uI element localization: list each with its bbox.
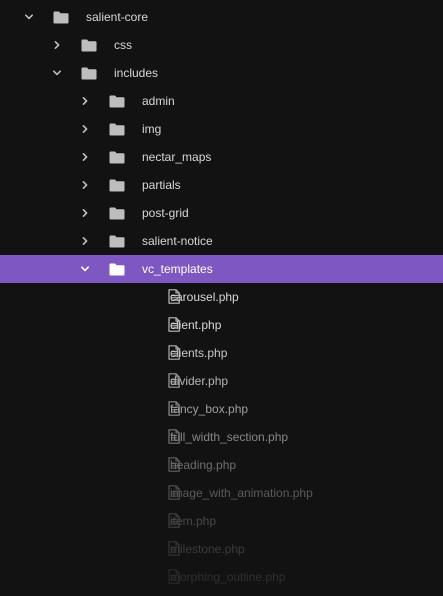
folder-icon (109, 263, 125, 276)
folder-icon (81, 39, 97, 52)
file-row[interactable]: morphing_outline.php (0, 563, 443, 591)
chevron-right-icon[interactable] (80, 180, 90, 190)
file-label: carousel.php (170, 290, 239, 304)
folder-label: css (114, 38, 132, 52)
file-row[interactable]: heading.php (0, 451, 443, 479)
folder-row[interactable]: partials (0, 171, 443, 199)
file-label: morphing_outline.php (170, 570, 286, 584)
file-label: divider.php (170, 374, 229, 388)
chevron-down-icon[interactable] (24, 12, 34, 22)
folder-label: nectar_maps (142, 150, 212, 164)
folder-label: includes (114, 66, 159, 80)
folder-label: post-grid (142, 206, 189, 220)
file-label: image_with_animation.php (170, 486, 313, 500)
folder-row[interactable]: admin (0, 87, 443, 115)
chevron-right-icon[interactable] (80, 208, 90, 218)
file-label: clients.php (170, 346, 228, 360)
folder-icon (109, 123, 125, 136)
folder-row[interactable]: includes (0, 59, 443, 87)
folder-label: salient-notice (142, 234, 213, 248)
file-row[interactable]: carousel.php (0, 283, 443, 311)
folder-label: admin (142, 94, 175, 108)
file-label: milestone.php (170, 542, 245, 556)
file-row[interactable]: client.php (0, 311, 443, 339)
folder-label: img (142, 122, 162, 136)
folder-label: salient-core (86, 10, 149, 24)
chevron-right-icon[interactable] (80, 96, 90, 106)
chevron-right-icon[interactable] (80, 236, 90, 246)
folder-row[interactable]: vc_templates (0, 255, 443, 283)
folder-label: vc_templates (142, 262, 213, 276)
chevron-down-icon[interactable] (52, 68, 62, 78)
file-label: client.php (170, 318, 222, 332)
file-row[interactable]: image_with_animation.php (0, 479, 443, 507)
file-row[interactable]: clients.php (0, 339, 443, 367)
folder-icon (109, 179, 125, 192)
folder-row[interactable]: nectar_maps (0, 143, 443, 171)
folder-row[interactable]: css (0, 31, 443, 59)
folder-icon (81, 67, 97, 80)
folder-label: partials (142, 178, 181, 192)
folder-row[interactable]: salient-notice (0, 227, 443, 255)
folder-row[interactable]: post-grid (0, 199, 443, 227)
folder-icon (109, 95, 125, 108)
file-row[interactable]: divider.php (0, 367, 443, 395)
folder-icon (109, 207, 125, 220)
file-label: item.php (170, 514, 217, 528)
chevron-right-icon[interactable] (52, 40, 62, 50)
file-label: full_width_section.php (170, 430, 289, 444)
folder-row[interactable]: img (0, 115, 443, 143)
file-row[interactable]: milestone.php (0, 535, 443, 563)
chevron-down-icon[interactable] (80, 264, 90, 274)
file-label: fancy_box.php (170, 402, 249, 416)
file-row[interactable]: fancy_box.php (0, 395, 443, 423)
folder-icon (109, 151, 125, 164)
folder-icon (109, 235, 125, 248)
chevron-right-icon[interactable] (80, 124, 90, 134)
file-tree: salient-core css includes admin img nectar_ma… (0, 0, 443, 596)
chevron-right-icon[interactable] (80, 152, 90, 162)
folder-icon (53, 11, 69, 24)
file-row[interactable]: item.php (0, 507, 443, 535)
file-label: heading.php (170, 458, 237, 472)
file-row[interactable]: full_width_section.php (0, 423, 443, 451)
folder-row[interactable]: salient-core (0, 3, 443, 31)
